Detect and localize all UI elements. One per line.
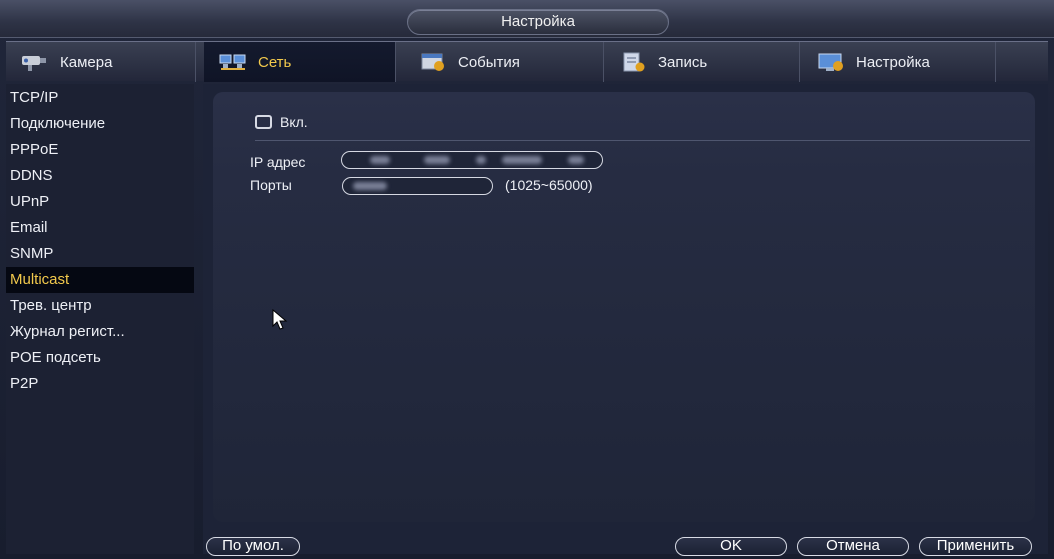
apply-button[interactable]: Применить	[919, 537, 1032, 556]
ip-address-input[interactable]	[341, 151, 603, 169]
sidebar-item-multicast[interactable]: Multicast	[6, 267, 194, 293]
sidebar-item-snmp[interactable]: SNMP	[6, 241, 194, 267]
sidebar-item-upnp[interactable]: UPnP	[6, 189, 194, 215]
ports-input[interactable]	[342, 177, 493, 195]
sidebar-item-register-log[interactable]: Журнал регист...	[6, 319, 194, 345]
sidebar-item-ddns[interactable]: DDNS	[6, 163, 194, 189]
ip-octet-4	[568, 156, 584, 164]
tab-camera-label: Камера	[60, 53, 113, 71]
enable-checkbox[interactable]	[255, 115, 272, 129]
enable-row: Вкл.	[255, 114, 308, 130]
title-pill: Настройка	[407, 9, 669, 35]
sidebar-list: TCP/IP Подключение PPPoE DDNS UPnP Email…	[6, 85, 194, 397]
events-icon	[418, 51, 448, 73]
settings-window: Настройка Камера Сеть События Запись Нас…	[0, 0, 1054, 559]
ip-address-label: IP адрес	[250, 154, 306, 170]
tab-network-label: Сеть	[258, 53, 292, 71]
ip-octet-3b	[502, 156, 542, 164]
mouse-cursor-icon	[272, 308, 290, 331]
sidebar-item-p2p[interactable]: P2P	[6, 371, 194, 397]
record-icon	[618, 51, 648, 73]
tab-settings-label: Настройка	[856, 53, 930, 71]
settings-icon	[816, 51, 846, 73]
tab-settings[interactable]: Настройка	[802, 42, 996, 82]
tab-bar: Камера Сеть События Запись Настройка	[6, 41, 1048, 82]
default-button[interactable]: По умол.	[206, 537, 300, 556]
window-title: Настройка	[501, 13, 575, 30]
sidebar-item-pppoe[interactable]: PPPoE	[6, 137, 194, 163]
sidebar: TCP/IP Подключение PPPoE DDNS UPnP Email…	[6, 84, 194, 554]
tab-record[interactable]: Запись	[604, 42, 800, 82]
enable-label: Вкл.	[280, 114, 308, 130]
ip-octet-3	[476, 156, 486, 164]
tab-events-label: События	[458, 53, 520, 71]
ports-value	[353, 182, 387, 190]
sidebar-item-poe-subnet[interactable]: POE подсеть	[6, 345, 194, 371]
title-bar: Настройка	[0, 0, 1054, 38]
tab-record-label: Запись	[658, 53, 708, 71]
content-area: Вкл. IP адрес Порты (1025~65000)	[203, 84, 1048, 554]
network-icon	[218, 51, 248, 73]
ports-range: (1025~65000)	[505, 177, 593, 193]
camera-icon	[20, 51, 50, 73]
sidebar-item-connection[interactable]: Подключение	[6, 111, 194, 137]
ip-octet-1	[370, 156, 390, 164]
sidebar-item-tcpip[interactable]: TCP/IP	[6, 85, 194, 111]
tab-events[interactable]: События	[404, 42, 604, 82]
ip-octet-2	[424, 156, 450, 164]
divider	[255, 140, 1030, 141]
tab-network[interactable]: Сеть	[204, 42, 396, 82]
cancel-button[interactable]: Отмена	[797, 537, 909, 556]
ok-button[interactable]: OK	[675, 537, 787, 556]
tab-camera[interactable]: Камера	[6, 42, 196, 82]
sidebar-item-alarm-center[interactable]: Трев. центр	[6, 293, 194, 319]
ports-label: Порты	[250, 177, 292, 193]
sidebar-item-email[interactable]: Email	[6, 215, 194, 241]
multicast-panel: Вкл. IP адрес Порты (1025~65000)	[213, 92, 1035, 522]
